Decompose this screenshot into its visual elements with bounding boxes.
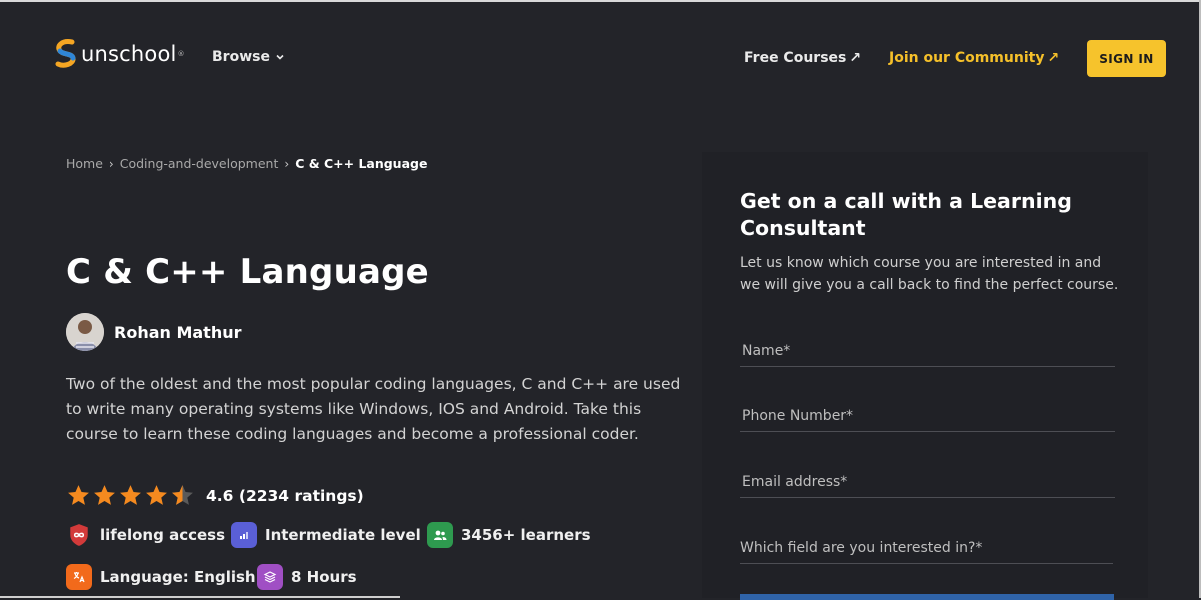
unschool-logo[interactable]: unschool ® — [52, 38, 185, 70]
free-courses-link[interactable]: Free Courses ↗ — [744, 50, 861, 66]
translate-icon — [66, 564, 92, 590]
course-rating: 4.6 (2234 ratings) — [66, 483, 364, 508]
star-full-icon — [68, 485, 89, 505]
star-half-icon — [172, 485, 193, 505]
feature-duration: 8 Hours — [257, 564, 357, 590]
stack-icon — [257, 564, 283, 590]
external-arrow-icon: ↗ — [1047, 50, 1060, 66]
feature-lifelong-access: lifelong access — [66, 522, 225, 548]
breadcrumb-chevron-icon: › — [284, 156, 290, 171]
star-full-icon — [146, 485, 167, 505]
course-title: C & C++ Language — [66, 252, 429, 292]
sign-in-button[interactable]: SIGN IN — [1087, 40, 1166, 77]
consultant-subtitle: Let us know which course you are interes… — [740, 255, 1119, 293]
star-full-icon — [120, 485, 141, 505]
submit-button[interactable] — [740, 594, 1114, 600]
feature-label: lifelong access — [100, 526, 226, 544]
field-of-interest-input[interactable] — [740, 537, 1113, 564]
feature-language: Language: English — [66, 564, 256, 590]
email-field[interactable] — [740, 471, 1115, 498]
free-courses-label: Free Courses — [744, 50, 847, 66]
logo-registered-mark: ® — [177, 50, 185, 58]
phone-field[interactable] — [740, 405, 1115, 432]
window-top-border — [0, 0, 1201, 2]
logo-text: unschool — [81, 42, 177, 66]
breadcrumb: Home › Coding-and-development › C & C++ … — [66, 156, 427, 171]
external-arrow-icon: ↗ — [849, 50, 862, 66]
star-full-icon — [94, 485, 115, 505]
breadcrumb-current: C & C++ Language — [295, 156, 428, 171]
browse-label: Browse — [212, 49, 270, 65]
author-avatar — [66, 313, 104, 351]
chevron-down-icon — [276, 54, 284, 60]
rating-stars — [66, 483, 195, 508]
users-icon — [427, 522, 453, 548]
author[interactable]: Rohan Mathur — [66, 313, 242, 351]
breadcrumb-home[interactable]: Home — [66, 156, 103, 171]
browse-menu[interactable]: Browse — [212, 49, 285, 65]
course-description: Two of the oldest and the most popular c… — [66, 375, 681, 443]
feature-learners: 3456+ learners — [427, 522, 591, 548]
feature-label: 3456+ learners — [461, 526, 591, 544]
author-name: Rohan Mathur — [114, 322, 242, 342]
join-community-label: Join our Community — [889, 50, 1045, 66]
feature-label: Intermediate level — [265, 526, 421, 544]
breadcrumb-chevron-icon: › — [108, 156, 114, 171]
feature-label: 8 Hours — [291, 568, 357, 586]
join-community-link[interactable]: Join our Community ↗ — [889, 50, 1059, 66]
feature-label: Language: English — [100, 568, 256, 586]
name-field[interactable] — [740, 340, 1115, 367]
feature-level: Intermediate level — [231, 522, 421, 548]
consultant-title: Get on a call with a Learning Consultant — [740, 189, 1072, 240]
rating-text: 4.6 (2234 ratings) — [206, 486, 364, 505]
unschool-logo-icon — [55, 39, 76, 68]
breadcrumb-category[interactable]: Coding-and-development — [120, 156, 279, 171]
infinity-shield-icon — [66, 522, 92, 548]
bar-level-icon — [231, 522, 257, 548]
